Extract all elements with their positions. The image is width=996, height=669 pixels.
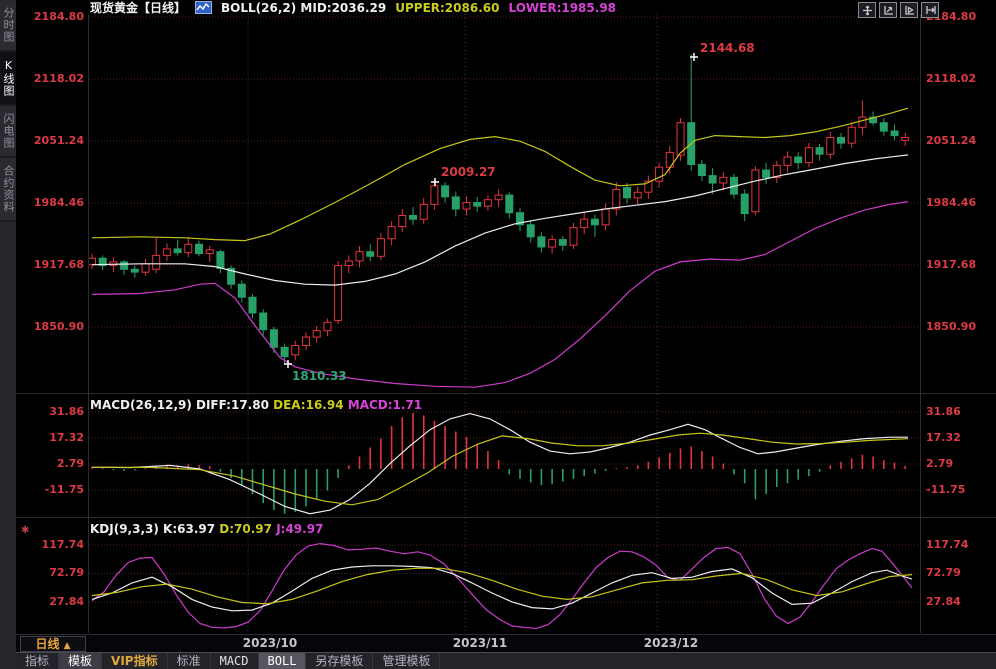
price-annotation: 2009.27 xyxy=(441,165,496,179)
period-label: 日线 xyxy=(35,637,59,651)
kdj-d-value: D:70.97 xyxy=(219,522,272,536)
y-axis-label: 2051.24 xyxy=(16,134,84,148)
toolbar-item-vip-indicators[interactable]: VIP指标 xyxy=(102,653,168,669)
shift-right-button[interactable] xyxy=(921,2,939,18)
kdj-pane-header: KDJ(9,3,3) K:63.97 D:70.97 J:49.97 xyxy=(90,522,323,536)
kdj-j-value: J:49.97 xyxy=(276,522,323,536)
kdj-k-value: KDJ(9,3,3) K:63.97 xyxy=(90,522,215,536)
boll-lower-value: LOWER:1985.98 xyxy=(508,1,616,15)
x-axis-row: 日线 ▲ 2023/10 2023/11 2023/12 xyxy=(16,634,996,652)
sidebar-item-time-chart[interactable]: 分时图 xyxy=(0,0,16,52)
shift-right-icon xyxy=(925,1,936,20)
y-axis-label: 72.79 xyxy=(16,566,84,580)
toolbar-item-indicators[interactable]: 指标 xyxy=(16,653,59,669)
sidebar-item-lightning-chart[interactable]: 闪电图 xyxy=(0,106,16,158)
price-annotation: 1810.33 xyxy=(292,369,347,383)
toolbar-item-manage-templates[interactable]: 管理模板 xyxy=(373,653,440,669)
toolbar-item-templates[interactable]: 模板 xyxy=(59,653,102,669)
y-axis-label: 117.74 xyxy=(926,538,994,552)
x-tick-2023-12: 2023/12 xyxy=(641,636,701,650)
sidebar-item-kline-chart[interactable]: K线图 xyxy=(0,52,16,106)
chart-canvas[interactable] xyxy=(0,0,996,669)
y-axis-label: 27.84 xyxy=(16,595,84,609)
y-axis-label: -11.75 xyxy=(926,483,994,497)
pan-icon xyxy=(862,1,873,20)
axis-scale-button[interactable] xyxy=(879,2,897,18)
y-axis-label: 2.79 xyxy=(926,457,994,471)
y-axis-label: 1917.68 xyxy=(16,258,84,272)
boll-upper-value: UPPER:2086.60 xyxy=(395,1,499,15)
y-axis-label: 17.32 xyxy=(16,431,84,445)
y-axis-label: 117.74 xyxy=(16,538,84,552)
y-axis-label: 2118.02 xyxy=(16,72,84,86)
toolbar-item-standard[interactable]: 标准 xyxy=(168,653,211,669)
chevron-up-icon: ▲ xyxy=(64,641,71,651)
toolbar-item-boll[interactable]: BOLL xyxy=(259,653,307,669)
y-axis-label: 2051.24 xyxy=(926,134,994,148)
toolbar-item-save-template[interactable]: 另存模板 xyxy=(306,653,373,669)
macd-dea-value: DEA:16.94 xyxy=(273,398,343,412)
chart-type-sidebar: 分时图 K线图 闪电图 合约资料 xyxy=(0,0,16,669)
y-axis-label: 1984.46 xyxy=(926,196,994,210)
macd-diff-value: MACD(26,12,9) DIFF:17.80 xyxy=(90,398,269,412)
macd-macd-value: MACD:1.71 xyxy=(348,398,422,412)
y-axis-label: 27.84 xyxy=(926,595,994,609)
y-axis-label: 2118.02 xyxy=(926,72,994,86)
y-axis-label: 1984.46 xyxy=(16,196,84,210)
y-axis-label: 1850.90 xyxy=(16,320,84,334)
y-axis-label: -11.75 xyxy=(16,483,84,497)
y-axis-label: 31.86 xyxy=(16,405,84,419)
y-axis-label: 17.32 xyxy=(926,431,994,445)
toolbar-item-macd[interactable]: MACD xyxy=(211,653,259,669)
x-tick-2023-10: 2023/10 xyxy=(240,636,300,650)
x-tick-2023-11: 2023/11 xyxy=(450,636,510,650)
y-axis-label: 1850.90 xyxy=(926,320,994,334)
boll-mid-value: BOLL(26,2) MID:2036.29 xyxy=(221,1,386,15)
period-selector-button[interactable]: 日线 ▲ xyxy=(20,636,86,652)
trading-app-window: 分时图 K线图 闪电图 合约资料 现货黄金【日线】 BOLL(26,2) MID… xyxy=(0,0,996,669)
pan-button[interactable] xyxy=(858,2,876,18)
y-axis-label: 31.86 xyxy=(926,405,994,419)
sidebar-item-contract-info[interactable]: 合约资料 xyxy=(0,158,16,222)
axis-scale-icon xyxy=(883,1,894,20)
kline-chart-icon xyxy=(195,1,212,14)
price-annotation: 2144.68 xyxy=(700,41,755,55)
symbol-title: 现货黄金【日线】 xyxy=(90,0,186,16)
kdj-settings-icon[interactable]: ✱ xyxy=(21,526,29,536)
y-axis-label: 72.79 xyxy=(926,566,994,580)
y-axis-label: 1917.68 xyxy=(926,258,994,272)
chart-header: 现货黄金【日线】 BOLL(26,2) MID:2036.29 UPPER:20… xyxy=(90,1,616,14)
y-axis-label: 2.79 xyxy=(16,457,84,471)
chart-tool-buttons xyxy=(858,2,939,18)
playback-button[interactable] xyxy=(900,2,918,18)
y-axis-label: 2184.80 xyxy=(16,10,84,24)
indicator-toolbar: 指标 模板 VIP指标 标准 MACD BOLL 另存模板 管理模板 xyxy=(16,652,996,669)
playback-icon xyxy=(904,1,915,20)
macd-pane-header: MACD(26,12,9) DIFF:17.80 DEA:16.94 MACD:… xyxy=(90,398,422,412)
